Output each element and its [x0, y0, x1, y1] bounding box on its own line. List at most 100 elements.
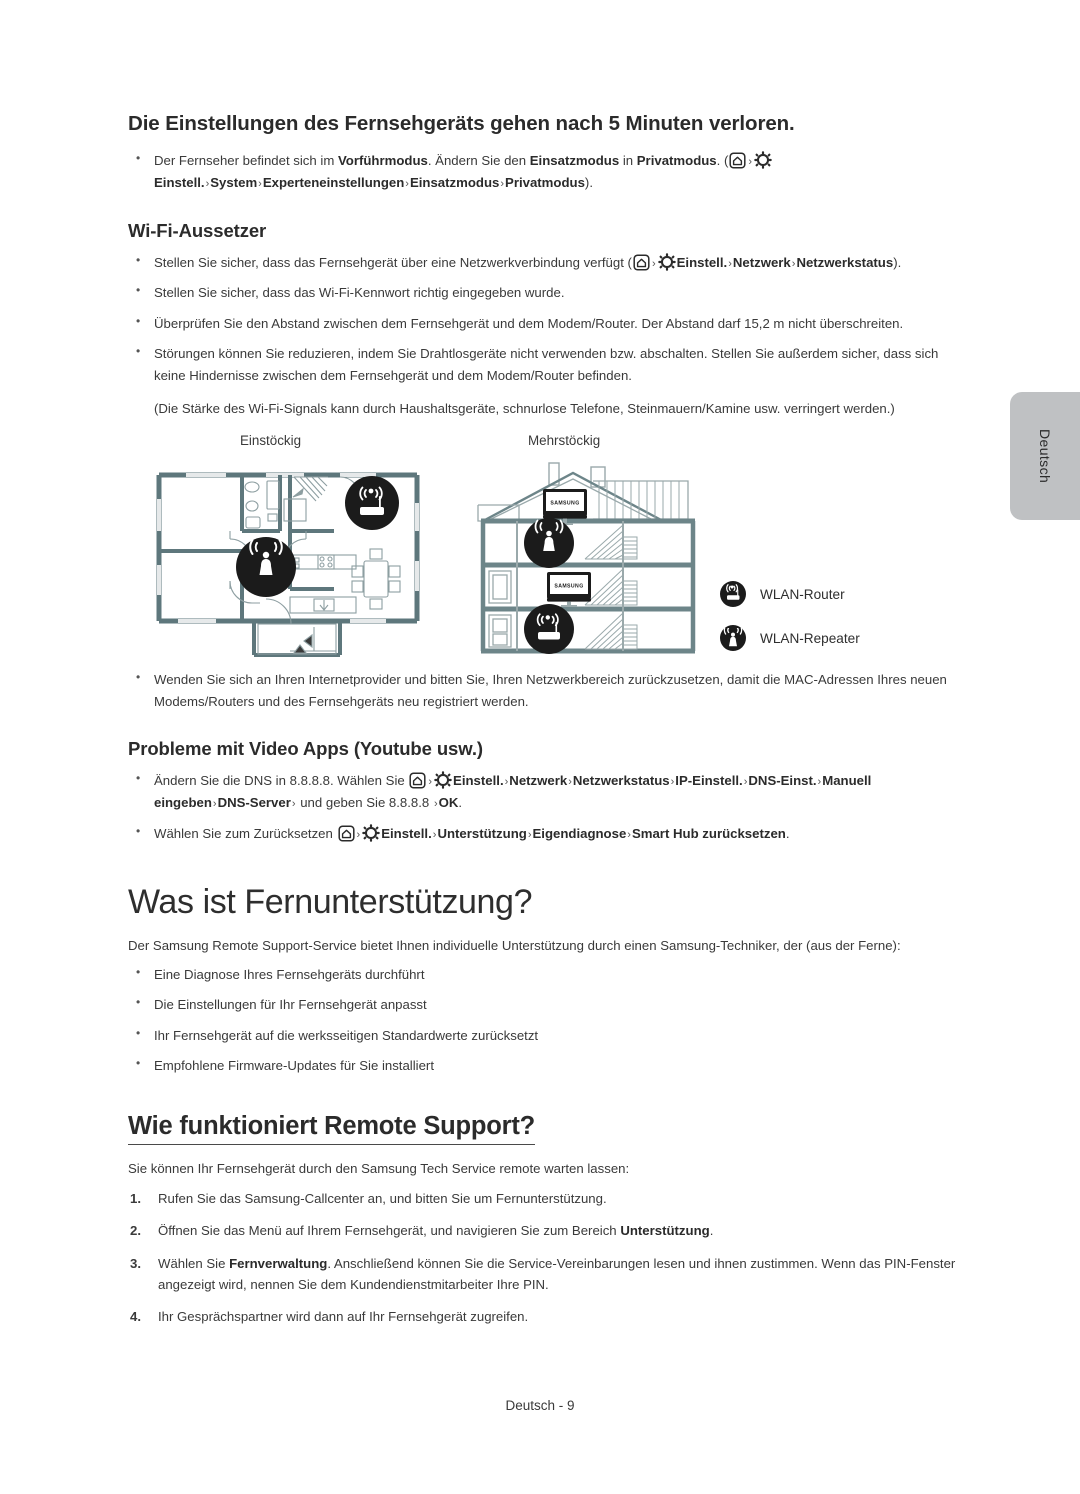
text: Wählen Sie — [158, 1255, 230, 1271]
paragraph-how-remote-lead: Sie können Ihr Fernsehgerät durch den Sa… — [128, 1161, 630, 1177]
list-item: Stellen Sie sicher, dass das Fernsehgerä… — [128, 251, 960, 274]
breadcrumb-arrow: › — [428, 776, 433, 789]
legend-label: WLAN-Router — [760, 586, 845, 602]
list-item: Eine Diagnose Ihres Fernsehgeräts durchf… — [128, 963, 960, 985]
heading-video-apps: Probleme mit Video Apps (Youtube usw.) — [128, 738, 483, 760]
menu-term: Eigendiagnose — [532, 825, 627, 841]
language-side-tab-label: Deutsch — [1037, 428, 1053, 484]
wlan-repeater-icon — [720, 625, 746, 652]
menu-term: DNS-Server — [217, 794, 291, 810]
menu-term: Unterstützung — [437, 825, 527, 841]
menu-term: Einstell. — [676, 254, 728, 270]
wlan-router-marker — [345, 476, 399, 531]
page-content: Die Einstellungen des Fernsehgeräts gehe… — [128, 112, 960, 1339]
text: ). — [584, 174, 593, 190]
wlan-router-icon — [720, 581, 746, 608]
menu-term: Unterstützung — [620, 1223, 710, 1239]
heading-what-is-remote-support: Was ist Fernunterstützung? — [128, 882, 533, 921]
menu-term: DNS-Einst. — [748, 773, 817, 789]
text: . Ändern Sie den — [427, 153, 530, 168]
tv-middle-floor: SAMSUNG — [547, 572, 591, 608]
list-item: Ändern Sie die DNS in 8.8.8.8. Wählen Si… — [128, 769, 960, 814]
diagram-caption-multi-story: Mehrstöckig — [528, 433, 601, 449]
wifi-signal-note: (Die Stärke des Wi-Fi-Signals kann durch… — [154, 400, 895, 416]
paragraph-remote-support-lead: Der Samsung Remote Support-Service biete… — [128, 937, 901, 953]
legend-item-router: WLAN-Router — [720, 581, 860, 608]
language-side-tab: Deutsch — [1010, 392, 1080, 520]
gear-icon — [657, 252, 676, 271]
menu-term: Einsatzmodus — [529, 153, 620, 168]
list-item: Wenden Sie sich an Ihren Internetprovide… — [128, 668, 960, 712]
heading-wifi: Wi-Fi-Aussetzer — [128, 219, 267, 241]
breadcrumb-arrow: › — [356, 828, 361, 841]
tv-brand-label: SAMSUNG — [550, 501, 579, 507]
home-icon — [633, 254, 650, 271]
diagram-legend: WLAN-Router WLAN-Repeater — [720, 581, 860, 669]
gear-icon — [362, 823, 380, 842]
home-icon — [729, 152, 746, 169]
menu-term: Netzwerk — [509, 773, 568, 789]
wifi-placement-diagrams: Einstöckig Mehrstöckig SAMSUNG SAMSUNG W… — [128, 433, 960, 665]
list-item: Öffnen Sie das Menü auf Ihrem Fernsehger… — [128, 1220, 960, 1242]
text: ). — [893, 254, 902, 270]
text: Öffnen Sie das Menü auf Ihrem Fernsehger… — [158, 1223, 621, 1239]
heading-how-remote-support-works: Wie funktioniert Remote Support? — [128, 1112, 535, 1146]
menu-term: Einsatzmodus — [409, 174, 500, 190]
menu-term: Vorführmodus — [337, 153, 428, 168]
wlan-repeater-marker — [524, 518, 574, 569]
menu-term: OK — [438, 794, 459, 810]
home-icon — [409, 772, 426, 789]
list-item: Der Fernseher befindet sich im Vorführmo… — [128, 149, 960, 194]
list-wifi: Stellen Sie sicher, dass das Fernsehgerä… — [128, 251, 960, 386]
text: . — [458, 794, 463, 810]
gear-icon — [434, 771, 452, 789]
wlan-router-marker — [524, 604, 574, 655]
legend-label: WLAN-Repeater — [760, 630, 860, 646]
text: . — [709, 1223, 714, 1239]
breadcrumb-arrow: › — [651, 257, 656, 270]
legend-item-repeater: WLAN-Repeater — [720, 625, 860, 652]
list-item: Störungen können Sie reduzieren, indem S… — [128, 342, 960, 386]
text: Der Fernseher befindet sich im — [154, 153, 338, 168]
list-item: Überprüfen Sie den Abstand zwischen dem … — [128, 312, 960, 334]
heading-settings-lost: Die Einstellungen des Fernsehgeräts gehe… — [128, 112, 795, 135]
list-item: Rufen Sie das Samsung-Callcenter an, und… — [130, 1188, 607, 1210]
menu-term: Netzwerkstatus — [572, 773, 670, 789]
menu-term: Einstell. — [453, 773, 504, 789]
list-item: Empfohlene Firmware-Updates für Sie inst… — [128, 1054, 960, 1076]
menu-term: System — [210, 174, 258, 190]
tv-brand-label: SAMSUNG — [554, 584, 583, 590]
gear-icon — [754, 151, 772, 169]
list-item: Ihr Fernsehgerät auf die werksseitigen S… — [128, 1024, 960, 1046]
list-item: Ihr Gesprächspartner wird dann auf Ihr F… — [130, 1306, 529, 1328]
text: in — [619, 153, 637, 168]
list-isp: Wenden Sie sich an Ihren Internetprovide… — [128, 668, 960, 712]
text: . — [785, 825, 790, 841]
text: Stellen Sie sicher, dass das Fernsehgerä… — [154, 254, 632, 270]
floor-plan-single-story — [154, 469, 422, 664]
home-icon — [337, 825, 355, 842]
menu-term: Netzwerk — [732, 254, 791, 270]
document-page: Deutsch Die Einstellungen des Fernsehger… — [0, 0, 1080, 1494]
list-item: Die Einstellungen für Ihr Fernsehgerät a… — [128, 993, 960, 1015]
menu-term: Smart Hub zurücksetzen — [631, 825, 786, 841]
list-remote-support-steps: Rufen Sie das Samsung-Callcenter an, und… — [128, 1188, 960, 1328]
house-cross-section-multi-story: SAMSUNG SAMSUNG — [473, 459, 703, 664]
menu-term: Einstell. — [154, 174, 205, 190]
diagram-caption-single-story: Einstöckig — [240, 433, 302, 449]
text: . ( — [716, 153, 729, 168]
menu-term: Einstell. — [381, 825, 432, 841]
text: Ändern Sie die DNS in 8.8.8.8. Wählen Si… — [154, 773, 409, 789]
text: und geben Sie 8.8.8.8 — [296, 794, 433, 810]
menu-term: IP-Einstell. — [675, 773, 743, 789]
page-number-label: Deutsch - 9 — [505, 1398, 575, 1413]
menu-term: Privatmodus — [636, 153, 717, 168]
menu-term: Netzwerkstatus — [796, 254, 894, 270]
menu-term: Fernverwaltung — [229, 1255, 328, 1271]
list-item: Wählen Sie zum Zurücksetzen ›Einstell.›U… — [128, 822, 960, 845]
menu-term: Experteneinstellungen — [262, 174, 405, 190]
text: Wählen Sie zum Zurücksetzen — [154, 825, 337, 841]
breadcrumb-arrow: › — [748, 156, 753, 168]
list-item: Stellen Sie sicher, dass das Wi-Fi-Kennw… — [128, 281, 960, 303]
menu-term: Privatmodus — [505, 174, 585, 190]
